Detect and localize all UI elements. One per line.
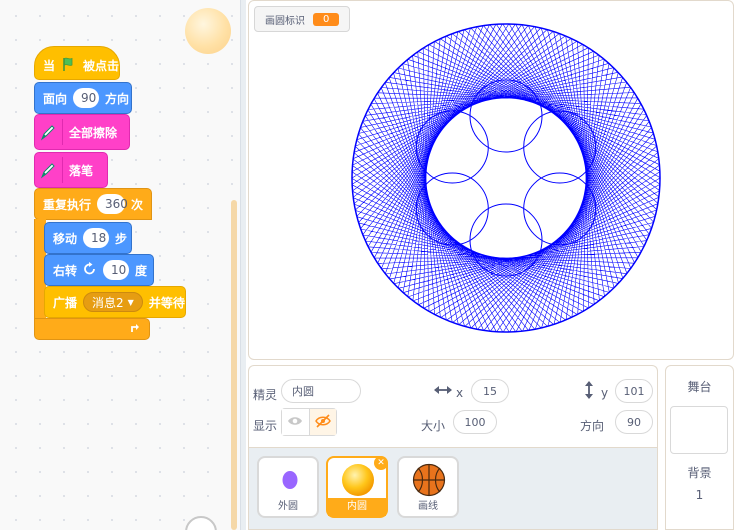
stage-thumbnail[interactable] — [670, 406, 728, 454]
variable-name: 画圆标识 — [265, 15, 305, 27]
message-value: 消息2 — [92, 295, 124, 310]
stage-title: 舞台 — [687, 380, 712, 394]
y-arrows-icon — [583, 380, 595, 403]
chord-lines — [351, 23, 661, 333]
repeat-block-footer — [34, 318, 150, 340]
degrees-input[interactable]: 10 — [103, 260, 130, 280]
size-field[interactable]: 100 — [453, 410, 497, 434]
stage-canvas[interactable]: 画圆标识 0 — [248, 0, 734, 360]
block-suffix: 步 — [115, 231, 128, 246]
sun-ball-icon — [341, 463, 375, 500]
hat-suffix: 被点击 — [83, 58, 120, 73]
sprite-name: 画线 — [418, 501, 438, 512]
backdrop-label: 背景 — [687, 466, 712, 480]
direction-field[interactable]: 90 — [615, 410, 653, 434]
show-button[interactable] — [282, 409, 309, 435]
block-label: 移动 — [53, 231, 78, 246]
block-label: 全部擦除 — [69, 125, 118, 140]
block-label: 右转 — [53, 263, 78, 278]
sprite-name: 外圆 — [278, 501, 298, 512]
x-arrows-icon — [433, 384, 453, 399]
hat-prefix: 当 — [43, 58, 56, 73]
y-field[interactable]: 101 — [615, 379, 653, 403]
sprite-name-label: 精灵 — [253, 388, 278, 402]
pen-down-block[interactable]: 落笔 — [34, 152, 108, 188]
block-label: 广播 — [53, 295, 78, 310]
green-flag-icon — [61, 56, 77, 75]
block-suffix: 并等待 — [148, 295, 185, 310]
rotate-right-icon — [83, 261, 97, 279]
code-area[interactable]: 当 被点击 面向 90 方向 全部擦除 落笔 重复执行 360 次 移动 18 … — [0, 0, 240, 530]
eye-slash-icon — [315, 413, 331, 431]
broadcast-and-wait-block[interactable]: 广播 消息2 ▼ 并等待 — [44, 286, 186, 318]
purple-ellipse-icon — [281, 470, 299, 493]
inner-petal-circle — [415, 110, 489, 184]
inner-petal-circle — [523, 110, 597, 184]
delete-sprite-icon[interactable]: ✕ — [374, 456, 388, 470]
block-label: 落笔 — [69, 163, 94, 178]
sprite-info-panel: 精灵 内圆 x 15 y 101 显示 大小 100 方向 90 — [248, 365, 658, 447]
sprite-card-outer-circle[interactable]: 外圆 — [257, 456, 319, 518]
sprite-list: 外圆 ✕ 内圆 画线 — [248, 447, 658, 530]
panel-divider — [240, 0, 246, 530]
message-dropdown[interactable]: 消息2 ▼ — [83, 292, 143, 312]
block-suffix: 次 — [130, 197, 143, 212]
inner-petal-circle — [415, 172, 489, 246]
repeat-block[interactable]: 重复执行 360 次 — [34, 188, 152, 220]
repeat-arrow-icon — [129, 322, 141, 337]
sprite-card-line[interactable]: 画线 — [397, 456, 459, 518]
backdrop-count: 1 — [695, 488, 704, 502]
code-area-scrollbar[interactable] — [231, 200, 237, 530]
erase-all-block[interactable]: 全部擦除 — [34, 114, 130, 150]
y-label: y — [601, 386, 609, 400]
x-label: x — [456, 386, 464, 400]
eye-icon — [287, 415, 303, 430]
basketball-icon — [412, 463, 446, 500]
direction-label: 方向 — [580, 419, 605, 433]
current-sprite-thumbnail — [185, 8, 231, 54]
sprite-name-field[interactable]: 内圆 — [281, 379, 361, 403]
block-suffix: 方向 — [105, 91, 130, 106]
size-label: 大小 — [421, 419, 446, 433]
chevron-down-icon: ▼ — [127, 297, 134, 307]
pen-icon — [37, 119, 63, 145]
block-label: 重复执行 — [43, 197, 92, 212]
steps-input[interactable]: 18 — [83, 228, 110, 248]
show-label: 显示 — [253, 419, 278, 433]
visibility-toggle — [281, 408, 337, 436]
zoom-button[interactable] — [185, 516, 217, 530]
variable-value: 0 — [313, 12, 340, 26]
sprite-name: 内圆 — [328, 498, 386, 516]
pen-drawing — [351, 23, 661, 333]
when-flag-clicked-block[interactable]: 当 被点击 — [34, 46, 120, 80]
sprite-card-inner-circle[interactable]: ✕ 内圆 — [326, 456, 388, 518]
hide-button[interactable] — [308, 409, 336, 435]
block-label: 面向 — [43, 91, 68, 106]
block-suffix: 度 — [135, 263, 148, 278]
repeat-count-input[interactable]: 360 — [97, 194, 128, 214]
direction-input[interactable]: 90 — [73, 88, 100, 108]
x-field[interactable]: 15 — [471, 379, 509, 403]
variable-monitor: 画圆标识 0 — [254, 6, 351, 32]
point-in-direction-block[interactable]: 面向 90 方向 — [34, 82, 132, 114]
pen-icon — [37, 157, 63, 183]
inner-petal-circle — [523, 172, 597, 246]
move-steps-block[interactable]: 移动 18 步 — [44, 222, 132, 254]
turn-right-block[interactable]: 右转 10 度 — [44, 254, 154, 286]
stage-selector[interactable]: 舞台 背景 1 — [665, 365, 734, 530]
